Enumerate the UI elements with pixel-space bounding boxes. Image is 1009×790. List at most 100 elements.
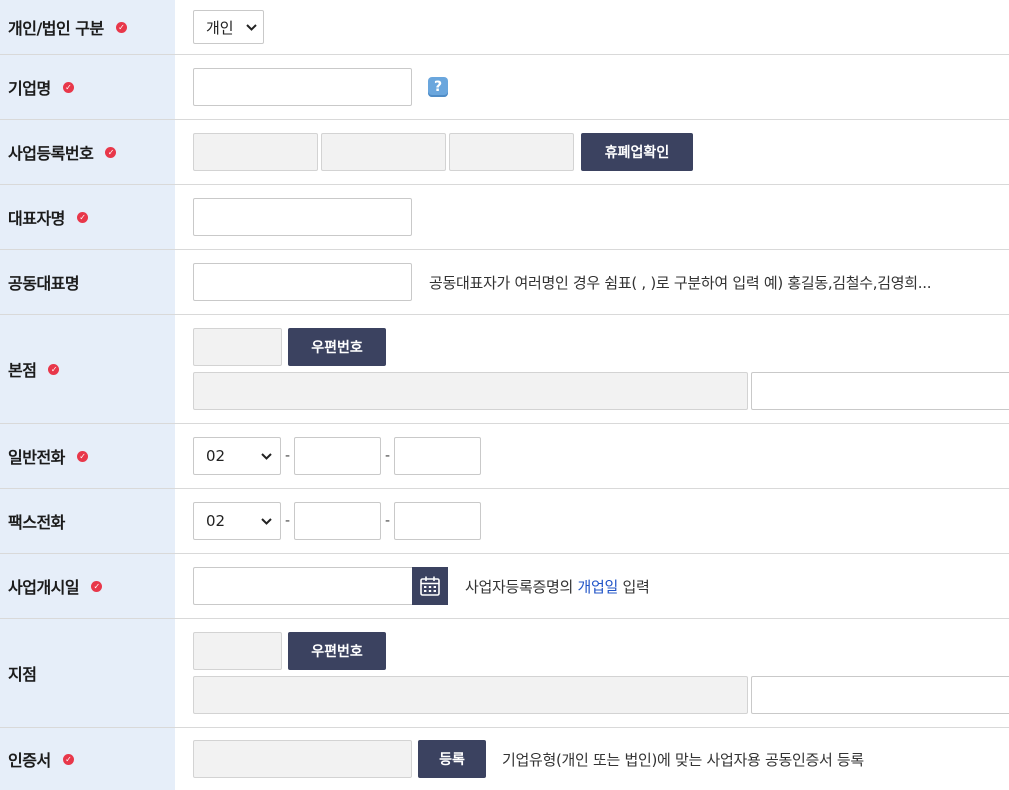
co-ceo-hint: 공동대표자가 여러명인 경우 쉼표( , )로 구분하여 입력 예) 홍길동,김…	[429, 273, 932, 292]
open-date-hint: 사업자등록증명의 개업일 입력	[465, 576, 650, 597]
content-type: 개인	[175, 0, 1009, 54]
hq-postcode-input[interactable]	[193, 328, 282, 366]
row-branch: 지점 우편번호	[0, 619, 1009, 728]
row-type: 개인/법인 구분 ✓ 개인	[0, 0, 1009, 55]
fax-area-value: 02	[206, 512, 226, 530]
content-cert: 등록 기업유형(개인 또는 법인)에 맞는 사업자용 공동인증서 등록	[175, 728, 1009, 790]
row-cert: 인증서 ✓ 등록 기업유형(개인 또는 법인)에 맞는 사업자용 공동인증서 등…	[0, 728, 1009, 790]
phone-middle-input[interactable]	[294, 437, 381, 475]
type-select[interactable]: 개인	[193, 10, 264, 44]
label-text: 공동대표명	[8, 274, 80, 293]
open-date-input[interactable]	[193, 567, 412, 605]
cert-hint: 기업유형(개인 또는 법인)에 맞는 사업자용 공동인증서 등록	[502, 750, 864, 769]
fax-area-select[interactable]: 02	[193, 502, 281, 540]
business-status-check-button[interactable]: 휴폐업확인	[581, 133, 693, 171]
bizno-part3-input[interactable]	[449, 133, 574, 171]
label-text: 사업등록번호	[8, 144, 94, 163]
required-check-icon: ✓	[76, 211, 88, 223]
label-text: 기업명	[8, 79, 51, 98]
phone-area-value: 02	[206, 447, 226, 465]
required-check-icon: ✓	[105, 146, 117, 158]
label-text: 일반전화	[8, 448, 65, 467]
registration-form: 개인/법인 구분 ✓ 개인 기업명 ✓ ? 사업등록번호 ✓ 휴폐업확인 대표자…	[0, 0, 1009, 790]
hq-address-input[interactable]	[193, 372, 748, 410]
fax-middle-input[interactable]	[294, 502, 381, 540]
fax-dash: -	[284, 513, 291, 529]
row-coceo: 공동대표명 공동대표자가 여러명인 경우 쉼표( , )로 구분하여 입력 예)…	[0, 250, 1009, 315]
content-phone: 02 - -	[175, 424, 1009, 488]
cert-input[interactable]	[193, 740, 412, 778]
label-bizno: 사업등록번호 ✓	[0, 120, 175, 184]
content-branch: 우편번호	[175, 619, 1009, 727]
ceo-name-input[interactable]	[193, 198, 412, 236]
content-opendate: 사업자등록증명의 개업일 입력	[175, 554, 1009, 618]
required-check-icon: ✓	[76, 450, 88, 462]
required-check-icon: ✓	[48, 363, 60, 375]
phone-dash: -	[384, 448, 391, 464]
label-text: 본점	[8, 361, 37, 380]
co-ceo-name-input[interactable]	[193, 263, 412, 301]
hq-postcode-line: 우편번호	[193, 328, 386, 366]
label-text: 사업개시일	[8, 578, 80, 597]
hq-postcode-button[interactable]: 우편번호	[288, 328, 386, 366]
label-fax: 팩스전화	[0, 489, 175, 553]
label-company: 기업명 ✓	[0, 55, 175, 119]
label-ceo: 대표자명 ✓	[0, 185, 175, 249]
open-date-hint-after: 입력	[618, 577, 650, 596]
branch-postcode-line: 우편번호	[193, 632, 386, 670]
fax-last-input[interactable]	[394, 502, 481, 540]
label-type: 개인/법인 구분 ✓	[0, 0, 175, 54]
row-fax: 팩스전화 02 - -	[0, 489, 1009, 554]
required-check-icon: ✓	[115, 21, 127, 33]
chevron-down-icon	[261, 449, 272, 463]
label-text: 인증서	[8, 751, 51, 770]
label-coceo: 공동대표명	[0, 250, 175, 314]
required-check-icon: ✓	[91, 580, 103, 592]
content-fax: 02 - -	[175, 489, 1009, 553]
bizno-part2-input[interactable]	[321, 133, 446, 171]
chevron-down-icon	[246, 20, 257, 34]
row-company: 기업명 ✓ ?	[0, 55, 1009, 120]
help-icon[interactable]: ?	[428, 77, 448, 97]
type-select-value: 개인	[206, 18, 234, 37]
calendar-icon[interactable]	[412, 567, 448, 605]
label-text: 개인/법인 구분	[8, 19, 104, 38]
label-opendate: 사업개시일 ✓	[0, 554, 175, 618]
label-phone: 일반전화 ✓	[0, 424, 175, 488]
phone-area-select[interactable]: 02	[193, 437, 281, 475]
required-check-icon: ✓	[62, 81, 74, 93]
row-hq: 본점 ✓ 우편번호	[0, 315, 1009, 424]
content-coceo: 공동대표자가 여러명인 경우 쉼표( , )로 구분하여 입력 예) 홍길동,김…	[175, 250, 1009, 314]
open-date-hint-highlight: 개업일	[577, 577, 618, 596]
open-date-hint-before: 사업자등록증명의	[465, 577, 578, 596]
phone-dash: -	[284, 448, 291, 464]
content-hq: 우편번호	[175, 315, 1009, 423]
label-text: 팩스전화	[8, 513, 65, 532]
hq-address-line	[193, 372, 1009, 410]
hq-address-detail-input[interactable]	[751, 372, 1009, 410]
branch-address-input[interactable]	[193, 676, 748, 714]
row-ceo: 대표자명 ✓	[0, 185, 1009, 250]
branch-address-detail-input[interactable]	[751, 676, 1009, 714]
content-bizno: 휴폐업확인	[175, 120, 1009, 184]
content-ceo	[175, 185, 1009, 249]
branch-address-line	[193, 676, 1009, 714]
phone-last-input[interactable]	[394, 437, 481, 475]
row-bizno: 사업등록번호 ✓ 휴폐업확인	[0, 120, 1009, 185]
chevron-down-icon	[261, 514, 272, 528]
label-text: 대표자명	[8, 209, 65, 228]
label-cert: 인증서 ✓	[0, 728, 175, 790]
bizno-part1-input[interactable]	[193, 133, 318, 171]
label-hq: 본점 ✓	[0, 315, 175, 423]
label-text: 지점	[8, 665, 37, 684]
content-company: ?	[175, 55, 1009, 119]
row-phone: 일반전화 ✓ 02 - -	[0, 424, 1009, 489]
label-branch: 지점	[0, 619, 175, 727]
required-check-icon: ✓	[62, 753, 74, 765]
branch-postcode-button[interactable]: 우편번호	[288, 632, 386, 670]
cert-register-button[interactable]: 등록	[418, 740, 486, 778]
fax-dash: -	[384, 513, 391, 529]
company-name-input[interactable]	[193, 68, 412, 106]
row-opendate: 사업개시일 ✓ 사업자등록증명의 개업일 입력	[0, 554, 1009, 619]
branch-postcode-input[interactable]	[193, 632, 282, 670]
